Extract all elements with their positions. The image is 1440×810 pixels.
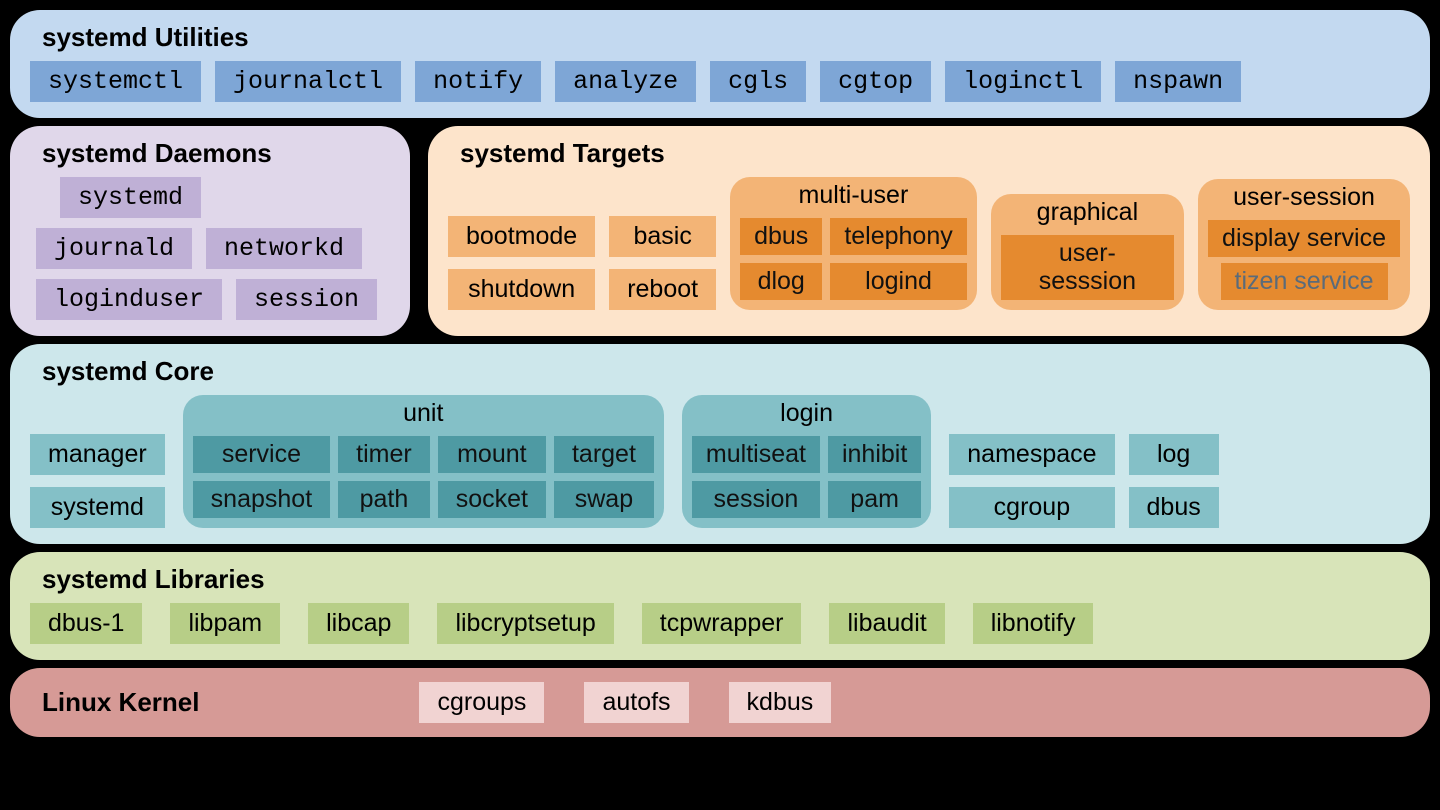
core-sub-item: socket <box>438 481 546 518</box>
utility-item: cgls <box>710 61 806 102</box>
utility-item: nspawn <box>1115 61 1241 102</box>
daemons-section: systemd Daemons systemd journald network… <box>10 126 410 336</box>
daemons-title: systemd Daemons <box>42 138 390 169</box>
target-sub-item: dbus <box>740 218 822 255</box>
target-usersession: user-session display service tizen servi… <box>1198 179 1410 310</box>
daemon-item: networkd <box>206 228 362 269</box>
library-item: dbus-1 <box>30 603 142 644</box>
utility-item: loginctl <box>945 61 1101 102</box>
kernel-item: autofs <box>584 682 688 723</box>
kernel-title: Linux Kernel <box>42 687 199 718</box>
core-item: manager <box>30 434 165 475</box>
targets-simple: bootmode basic shutdown reboot <box>448 216 716 310</box>
library-item: tcpwrapper <box>642 603 802 644</box>
target-sub-item: user-sesssion <box>1001 235 1174 301</box>
utility-item: cgtop <box>820 61 931 102</box>
core-sub-item: timer <box>338 436 430 473</box>
target-item: bootmode <box>448 216 595 257</box>
core-item: cgroup <box>949 487 1114 528</box>
utility-item: journalctl <box>215 61 401 102</box>
target-sub-item: logind <box>830 263 966 300</box>
targets-title: systemd Targets <box>460 138 1410 169</box>
library-item: libaudit <box>829 603 944 644</box>
core-sub-item: multiseat <box>692 436 820 473</box>
daemon-item: journald <box>36 228 192 269</box>
targets-section: systemd Targets bootmode basic shutdown … <box>428 126 1430 336</box>
target-item: basic <box>609 216 716 257</box>
core-sub-item: mount <box>438 436 546 473</box>
core-sub-item: service <box>193 436 330 473</box>
core-item: systemd <box>30 487 165 528</box>
core-title: systemd Core <box>42 356 1410 387</box>
target-multiuser: multi-user dbus telephony dlog logind <box>730 177 977 310</box>
target-multiuser-title: multi-user <box>799 181 909 210</box>
target-sub-item: dlog <box>740 263 822 300</box>
core-sub-item: inhibit <box>828 436 921 473</box>
core-sub-item: target <box>554 436 654 473</box>
core-section: systemd Core manager systemd unit servic… <box>10 344 1430 544</box>
utility-item: systemctl <box>30 61 201 102</box>
daemon-item: session <box>236 279 377 320</box>
target-graphical-title: graphical <box>1037 198 1138 227</box>
core-sub-item: snapshot <box>193 481 330 518</box>
utilities-row: systemctl journalctl notify analyze cgls… <box>30 61 1410 102</box>
library-item: libcap <box>308 603 409 644</box>
target-sub-item: display service <box>1208 220 1400 257</box>
target-sub-item: telephony <box>830 218 966 255</box>
core-sub-item: path <box>338 481 430 518</box>
libraries-section: systemd Libraries dbus-1 libpam libcap l… <box>10 552 1430 660</box>
core-sub-item: swap <box>554 481 654 518</box>
core-unit-title: unit <box>403 399 443 428</box>
utilities-section: systemd Utilities systemctl journalctl n… <box>10 10 1430 118</box>
kernel-item: kdbus <box>729 682 832 723</box>
core-sub-item: pam <box>828 481 921 518</box>
core-item: namespace <box>949 434 1114 475</box>
target-graphical: graphical user-sesssion <box>991 194 1184 311</box>
core-unit: unit service timer mount target snapshot… <box>183 395 664 528</box>
core-item: dbus <box>1129 487 1219 528</box>
daemon-item: loginduser <box>36 279 222 320</box>
daemon-item: systemd <box>60 177 201 218</box>
core-sub-item: session <box>692 481 820 518</box>
utility-item: notify <box>415 61 541 102</box>
target-item: reboot <box>609 269 716 310</box>
core-login-title: login <box>780 399 833 428</box>
core-login: login multiseat inhibit session pam <box>682 395 931 528</box>
library-item: libpam <box>170 603 280 644</box>
target-usersession-title: user-session <box>1233 183 1375 212</box>
utilities-title: systemd Utilities <box>42 22 1410 53</box>
kernel-item: cgroups <box>419 682 544 723</box>
library-item: libcryptsetup <box>437 603 613 644</box>
kernel-section: Linux Kernel cgroups autofs kdbus <box>10 668 1430 737</box>
target-item: shutdown <box>448 269 595 310</box>
target-sub-item-muted: tizen service <box>1221 263 1388 300</box>
library-item: libnotify <box>973 603 1094 644</box>
utility-item: analyze <box>555 61 696 102</box>
core-item: log <box>1129 434 1219 475</box>
libraries-title: systemd Libraries <box>42 564 1410 595</box>
